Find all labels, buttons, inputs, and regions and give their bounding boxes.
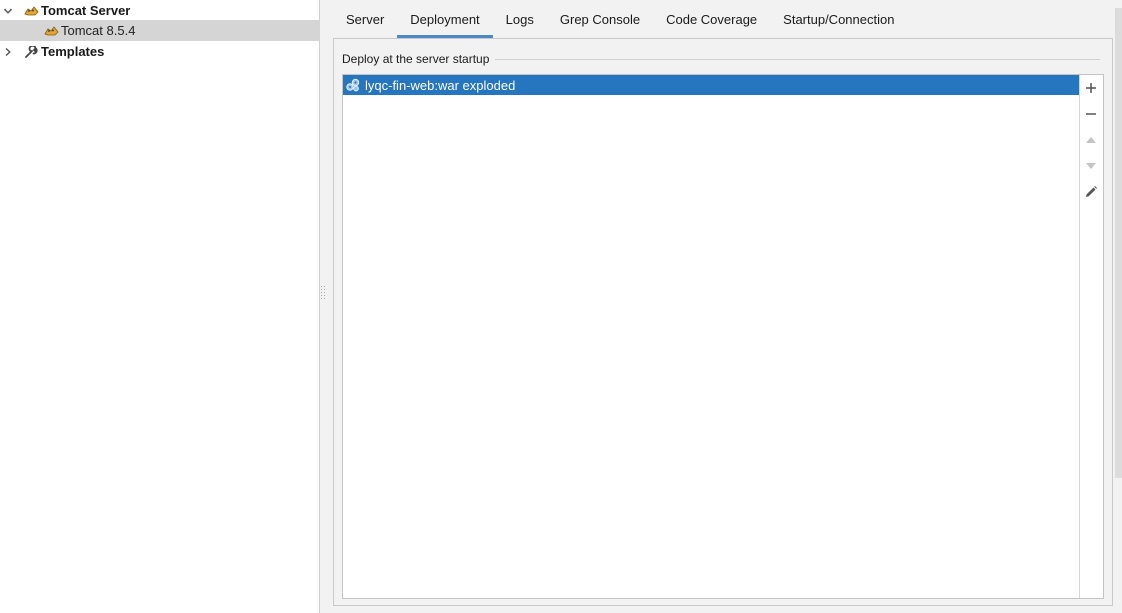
list-item[interactable]: lyqc-fin-web:war exploded (343, 75, 1079, 95)
tree-item-tomcat-instance[interactable]: Tomcat 8.5.4 (0, 20, 320, 41)
tab-deployment[interactable]: Deployment (397, 0, 494, 38)
tab-server[interactable]: Server (333, 0, 397, 38)
tree-item-label: Templates (41, 44, 105, 59)
tree-item-label: Tomcat 8.5.4 (61, 23, 136, 38)
artifact-icon (345, 77, 361, 93)
run-config-tree: Tomcat Server Tomcat 8.5.4 Templates (0, 0, 320, 613)
deployment-panel: Deploy at the server startup lyqc-fin-we… (333, 38, 1113, 606)
minus-icon[interactable] (1081, 104, 1101, 124)
chevron-right-icon[interactable] (3, 47, 13, 57)
deployment-list[interactable]: lyqc-fin-web:war exploded (343, 75, 1080, 598)
section-title: Deploy at the server startup (342, 52, 490, 66)
tree-item-tomcat-server[interactable]: Tomcat Server (0, 0, 320, 21)
section-divider (495, 58, 1100, 60)
arrow-down-icon[interactable] (1081, 156, 1101, 176)
splitter-handle[interactable] (321, 286, 326, 302)
arrow-up-icon[interactable] (1081, 130, 1101, 150)
config-tabs: Server Deployment Logs Grep Console Code… (333, 0, 1113, 38)
plus-icon[interactable] (1081, 78, 1101, 98)
tab-grep-console[interactable]: Grep Console (547, 0, 653, 38)
wrench-icon (24, 44, 39, 58)
deployment-list-box: lyqc-fin-web:war exploded (342, 74, 1104, 599)
section-header: Deploy at the server startup (342, 51, 1100, 67)
tomcat-icon (44, 25, 59, 37)
tab-logs[interactable]: Logs (493, 0, 547, 38)
pencil-icon[interactable] (1081, 182, 1101, 202)
tomcat-icon (24, 5, 39, 17)
window-scrollbar[interactable] (1115, 8, 1122, 478)
chevron-down-icon[interactable] (3, 6, 13, 16)
list-toolbar (1079, 75, 1103, 598)
tab-code-coverage[interactable]: Code Coverage (653, 0, 770, 38)
tree-item-label: Tomcat Server (41, 3, 131, 18)
list-item-label: lyqc-fin-web:war exploded (365, 77, 516, 93)
tab-startup-connection[interactable]: Startup/Connection (770, 0, 907, 38)
tree-item-templates[interactable]: Templates (0, 41, 320, 62)
